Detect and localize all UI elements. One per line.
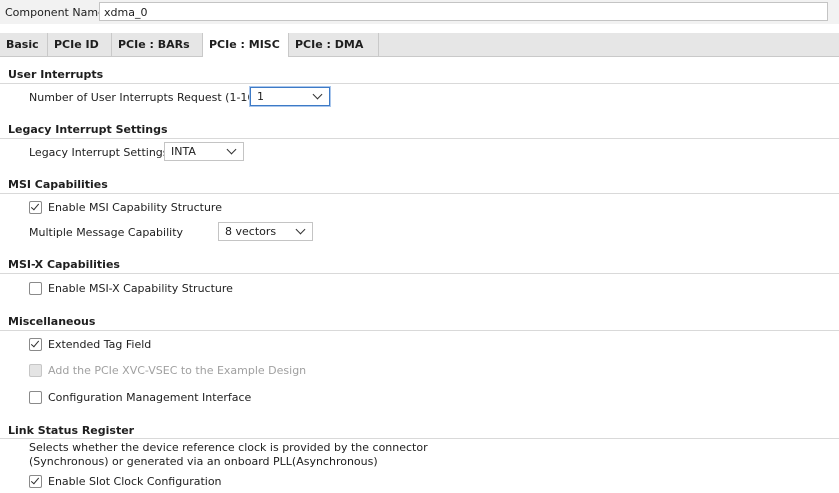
component-name-bar: Component Name xdma_0 bbox=[0, 0, 839, 24]
checkbox-checked-icon bbox=[29, 201, 42, 214]
msix-enable-label: Enable MSI-X Capability Structure bbox=[48, 282, 233, 295]
section-divider bbox=[0, 438, 839, 439]
user-interrupts-select[interactable]: 1 bbox=[250, 87, 330, 106]
section-msi-capabilities: MSI Capabilities bbox=[8, 178, 108, 191]
chevron-down-icon bbox=[312, 89, 323, 100]
config-mgmt-checkbox[interactable]: Configuration Management Interface bbox=[29, 391, 251, 404]
chevron-down-icon bbox=[295, 224, 306, 235]
section-msix-capabilities: MSI-X Capabilities bbox=[8, 258, 120, 271]
tab-pcie-dma[interactable]: PCIe : DMA bbox=[289, 33, 379, 56]
section-user-interrupts: User Interrupts bbox=[8, 68, 104, 81]
slot-clock-label: Enable Slot Clock Configuration bbox=[48, 475, 222, 488]
tab-pcie-bars[interactable]: PCIe : BARs bbox=[112, 33, 203, 56]
tab-pcie-misc[interactable]: PCIe : MISC bbox=[203, 33, 289, 57]
tab-pcie-id[interactable]: PCIe ID bbox=[48, 33, 112, 56]
link-status-desc-line2: (Synchronous) or generated via an onboar… bbox=[29, 455, 378, 468]
msi-enable-label: Enable MSI Capability Structure bbox=[48, 201, 222, 214]
extended-tag-label: Extended Tag Field bbox=[48, 338, 152, 351]
link-status-desc-line1: Selects whether the device reference clo… bbox=[29, 441, 428, 454]
user-interrupts-label: Number of User Interrupts Request (1-16) bbox=[29, 91, 259, 104]
tab-bar: Basic PCIe ID PCIe : BARs PCIe : MISC PC… bbox=[0, 33, 839, 57]
section-link-status: Link Status Register bbox=[8, 424, 135, 437]
msix-enable-checkbox[interactable]: Enable MSI-X Capability Structure bbox=[29, 282, 233, 295]
tab-basic[interactable]: Basic bbox=[0, 33, 48, 56]
multiple-message-capability-select[interactable]: 8 vectors bbox=[218, 222, 313, 241]
multiple-message-capability-label: Multiple Message Capability bbox=[29, 226, 184, 239]
multiple-message-capability-value: 8 vectors bbox=[225, 225, 277, 238]
config-mgmt-label: Configuration Management Interface bbox=[48, 391, 252, 404]
extended-tag-checkbox[interactable]: Extended Tag Field bbox=[29, 338, 151, 351]
component-name-input[interactable]: xdma_0 bbox=[99, 2, 828, 21]
slot-clock-checkbox[interactable]: Enable Slot Clock Configuration bbox=[29, 475, 222, 488]
legacy-interrupt-label: Legacy Interrupt Settings bbox=[29, 146, 169, 159]
checkbox-disabled-icon bbox=[29, 364, 42, 377]
section-legacy-interrupt: Legacy Interrupt Settings bbox=[8, 123, 168, 136]
user-interrupts-value: 1 bbox=[257, 90, 264, 103]
component-name-label: Component Name bbox=[5, 6, 105, 19]
legacy-interrupt-select[interactable]: INTA bbox=[164, 142, 244, 161]
section-divider bbox=[0, 138, 839, 139]
legacy-interrupt-value: INTA bbox=[171, 145, 196, 158]
section-divider bbox=[0, 330, 839, 331]
section-miscellaneous: Miscellaneous bbox=[8, 315, 96, 328]
checkbox-unchecked-icon bbox=[29, 391, 42, 404]
section-divider bbox=[0, 83, 839, 84]
section-divider bbox=[0, 193, 839, 194]
checkbox-checked-icon bbox=[29, 475, 42, 488]
checkbox-checked-icon bbox=[29, 338, 42, 351]
chevron-down-icon bbox=[226, 144, 237, 155]
xvc-vsec-label: Add the PCIe XVC-VSEC to the Example Des… bbox=[48, 364, 307, 377]
xvc-vsec-checkbox: Add the PCIe XVC-VSEC to the Example Des… bbox=[29, 364, 306, 377]
checkbox-unchecked-icon bbox=[29, 282, 42, 295]
msi-enable-checkbox[interactable]: Enable MSI Capability Structure bbox=[29, 201, 222, 214]
section-divider bbox=[0, 273, 839, 274]
